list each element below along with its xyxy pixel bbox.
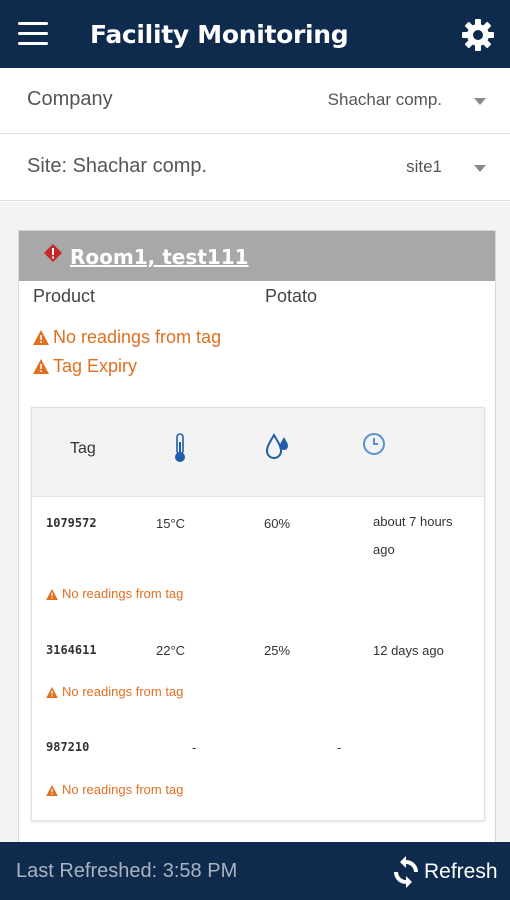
last-reading-age: 12 days ago [373,643,444,658]
temperature-value: 15°C [156,516,186,531]
chevron-down-icon [474,165,486,172]
room-card: Room1, test111 Product Potato No reading… [18,230,496,850]
hamburger-menu-icon[interactable] [18,22,48,46]
warning-triangle-icon [46,785,58,796]
room-warning: No readings from tag [33,327,221,348]
humidity-value: - [337,740,342,755]
app-bar: Facility Monitoring [0,0,510,68]
refresh-button[interactable]: Refresh [390,854,505,890]
refresh-label: Refresh [424,860,498,883]
tag-warning: No readings from tag [46,586,183,601]
tag-warning-text: No readings from tag [62,782,184,797]
gear-icon[interactable] [460,17,496,53]
chevron-down-icon [474,98,486,105]
room-warning-text: Tag Expiry [53,356,138,376]
humidity-drop-icon [265,432,288,459]
alert-diamond-icon [44,244,62,262]
refresh-icon [394,856,418,888]
site-value: site1 [406,157,442,176]
tag-warning: No readings from tag [46,684,183,699]
temperature-value: - [192,740,197,755]
tag-warning-text: No readings from tag [62,684,184,699]
humidity-value: 25% [264,643,291,658]
room-title-link[interactable]: Room1, test111 [70,245,249,269]
last-reading-age: about 7 hours ago [373,514,453,557]
humidity-value: 60% [264,516,291,531]
tag-warning-text: No readings from tag [62,586,184,601]
thermometer-icon [175,433,185,462]
warning-triangle-icon [33,330,49,345]
company-select[interactable]: Company Shachar comp. [0,68,510,134]
site-label: Site: Shachar comp. [27,155,208,177]
product-value: Potato [265,286,318,306]
temperature-value: 22°C [156,643,186,658]
tag-id: 987210 [46,740,90,754]
room-warning: Tag Expiry [33,356,137,377]
room-warning-text: No readings from tag [53,327,222,347]
footer-bar: Last Refreshed: 3:58 PM Refresh [0,842,510,900]
warning-triangle-icon [46,589,58,600]
tag-id: 1079572 [46,516,97,530]
clock-icon [363,433,385,455]
last-refreshed-text: Last Refreshed: 3:58 PM [16,860,238,882]
tag-table: Tag 1079572 15°C 60% about 7 hours ago N… [31,407,485,821]
tag-id: 3164611 [46,643,97,657]
warning-triangle-icon [46,687,58,698]
company-value: Shachar comp. [327,90,442,109]
product-label: Product [33,286,96,306]
company-label: Company [27,88,113,110]
room-header: Room1, test111 [19,231,495,281]
app-title: Facility Monitoring [90,20,349,49]
tag-warning: No readings from tag [46,782,183,797]
table-header: Tag [32,408,484,497]
tag-column-header: Tag [70,440,96,457]
site-select[interactable]: Site: Shachar comp. site1 [0,135,510,201]
warning-triangle-icon [33,359,49,374]
